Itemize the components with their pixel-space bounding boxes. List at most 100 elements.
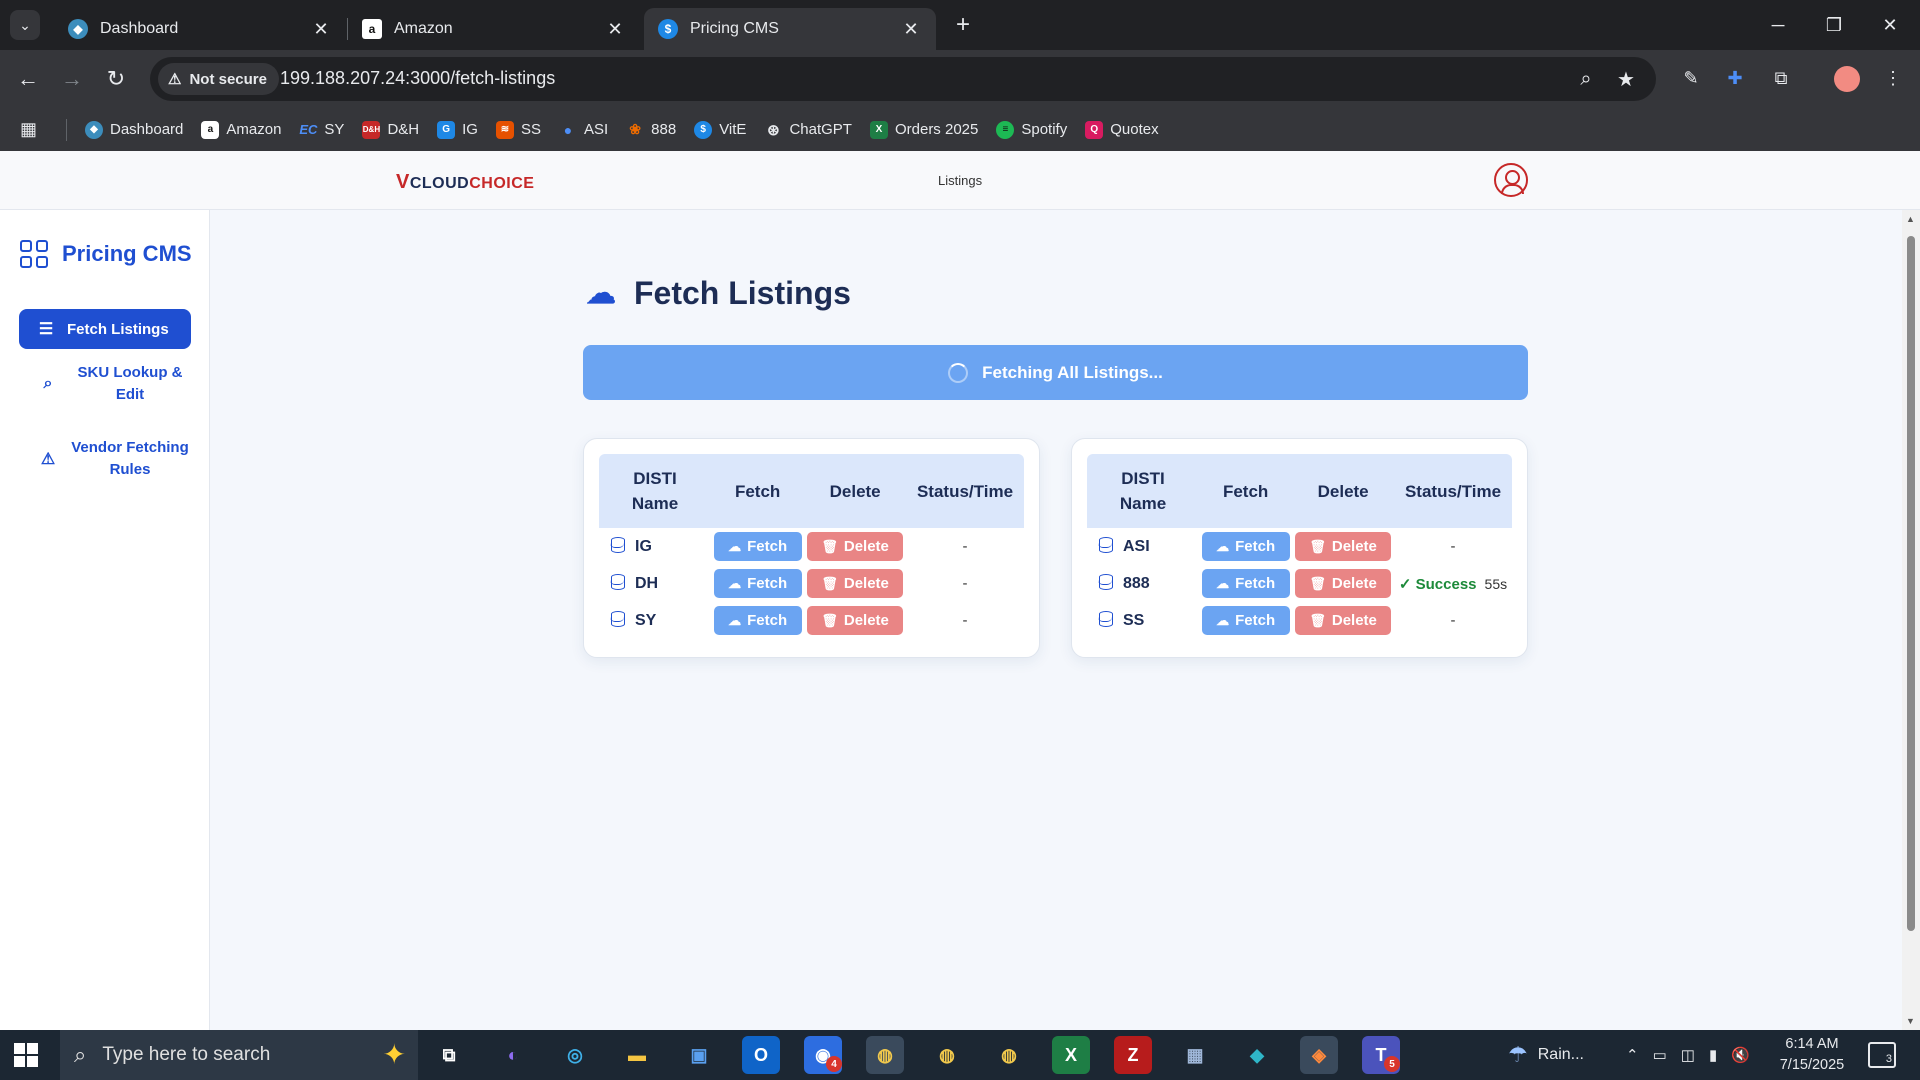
bookmark-spotify[interactable]: ≡ Spotify [996,120,1067,139]
volume-muted-icon[interactable]: 🔇 [1731,1046,1750,1064]
security-chip[interactable]: ⚠ Not secure [158,63,279,95]
extensions-puzzle-icon[interactable]: ⧉ [1766,63,1796,93]
delete-button[interactable]: 🗑 Delete [807,569,904,598]
bookmark-vite[interactable]: $ VitE [694,120,746,139]
task-view-icon[interactable]: ⧉ [430,1036,468,1074]
database-icon [610,611,625,627]
meet-now-icon[interactable]: ◫ [1681,1046,1695,1064]
chrome-icon-active[interactable]: ◍ [866,1036,904,1074]
disti-name: ASI [1123,538,1150,555]
window-close-icon[interactable]: ✕ [1870,10,1910,40]
bookmark-sy[interactable]: EC SY [299,121,344,139]
extension-blue-icon[interactable]: ✚ [1720,63,1750,93]
sidebar-title-text: Pricing CMS [62,241,192,266]
delete-button[interactable]: 🗑 Delete [1295,569,1392,598]
bookmark-chatgpt[interactable]: ⊛ ChatGPT [764,121,852,139]
back-button[interactable]: ← [12,63,44,95]
taskbar-search-input[interactable]: ⌕ Type here to search ✦ [60,1030,418,1080]
new-tab-button[interactable]: + [950,11,976,38]
zoom-icon[interactable]: ⌕ [1572,65,1600,93]
reload-button[interactable]: ↻ [100,63,132,95]
excel-icon[interactable]: X [1052,1036,1090,1074]
close-tab-icon[interactable]: ✕ [900,19,922,40]
scrollbar-thumb[interactable] [1907,236,1915,931]
bookmark-dh[interactable]: D&H D&H [362,120,419,139]
hexagon-app-icon[interactable]: ◆ [1238,1036,1276,1074]
menu-kebab-icon[interactable]: ⋮ [1878,63,1908,93]
bookmark-888[interactable]: ❀ 888 [626,121,676,139]
close-tab-icon[interactable]: ✕ [604,19,626,40]
zoom-app-icon[interactable]: ◉ 4 [804,1036,842,1074]
bookmark-quotex[interactable]: Q Quotex [1085,120,1159,139]
profile-avatar[interactable] [1834,66,1860,92]
restore-icon[interactable]: ❐ [1814,10,1854,40]
clock-date: 7/15/2025 [1779,1057,1845,1073]
delete-button[interactable]: 🗑 Delete [807,606,904,635]
page-scrollbar[interactable]: ▲ ▼ [1902,210,1920,1030]
fetch-button[interactable]: ☁ Fetch [713,532,802,561]
sidebar-item-vendor-rules[interactable]: ⚠ Vendor Fetching Rules [19,435,191,483]
apps-grid-icon[interactable]: ▦ [20,119,44,140]
copilot-icon[interactable]: ◐ [494,1036,532,1074]
notification-center-icon[interactable]: 3 [1868,1042,1896,1068]
fetch-all-button[interactable]: Fetching All Listings... [583,345,1528,400]
extension-feather-icon[interactable]: ✎ [1676,63,1706,93]
status-text: - [1450,538,1456,555]
loading-spinner-icon [948,362,969,383]
delete-button[interactable]: 🗑 Delete [807,532,904,561]
fetch-button[interactable]: ☁ Fetch [713,606,802,635]
disti-name-cell: SS [1087,602,1199,639]
battery-icon[interactable]: ▮ [1709,1046,1717,1064]
column-header-status: Status/Time [1404,481,1502,501]
sidebar-item-sku-lookup[interactable]: ⌕ SKU Lookup & Edit [19,360,191,408]
bookmark-orders-2025[interactable]: X Orders 2025 [869,120,978,139]
search-icon: ⌕ [43,375,53,392]
scroll-up-icon[interactable]: ▲ [1906,214,1915,224]
tab-dashboard[interactable]: ◆ Dashboard ✕ [54,8,346,50]
fetch-button[interactable]: ☁ Fetch [1201,569,1290,598]
brand-logo[interactable]: VCLOUDCHOICE [396,171,534,194]
chevron-up-icon[interactable]: ⌃ [1626,1046,1639,1064]
bookmark-asi[interactable]: ● ASI [559,121,608,139]
filezilla-icon[interactable]: Z [1114,1036,1152,1074]
forward-button[interactable]: → [56,63,88,95]
tab-search-button[interactable]: ⌄ [10,10,40,40]
status-cell: - [1394,528,1512,565]
microsoft-store-icon[interactable]: ▣ [680,1036,718,1074]
taskbar-clock[interactable]: 6:14 AM 7/15/2025 [1770,1034,1854,1076]
minimize-icon[interactable]: ─ [1758,10,1798,40]
bookmark-ig[interactable]: G IG [437,120,478,139]
chrome-profile-icon[interactable]: ◍ [990,1036,1028,1074]
display-icon[interactable]: ▭ [1653,1046,1667,1064]
fetch-button[interactable]: ☁ Fetch [1201,532,1290,561]
outlook-icon[interactable]: O [742,1036,780,1074]
windows-start-icon[interactable] [14,1043,38,1067]
fetch-button[interactable]: ☁ Fetch [1201,606,1290,635]
address-bar[interactable]: ⚠ Not secure 199.188.207.24:3000/fetch-l… [150,57,1656,101]
tab-amazon[interactable]: a Amazon ✕ [348,8,640,50]
delete-button[interactable]: 🗑 Delete [1295,606,1392,635]
file-explorer-icon[interactable]: ▬ [618,1036,656,1074]
teams-icon[interactable]: T5 [1362,1036,1400,1074]
calculator-icon[interactable]: ▦ [1176,1036,1214,1074]
url-text[interactable]: 199.188.207.24:3000/fetch-listings [280,68,555,89]
chrome-icon[interactable]: ◍ [928,1036,966,1074]
bookmark-star-icon[interactable]: ★ [1612,65,1640,93]
close-tab-icon[interactable]: ✕ [310,19,332,40]
bookmark-amazon[interactable]: a Amazon [201,120,281,139]
fetch-button[interactable]: ☁ Fetch [713,569,802,598]
sidebar-item-fetch-listings[interactable]: ☰ Fetch Listings [19,309,191,349]
cloud-download-icon: ☁ [728,538,742,554]
user-account-icon[interactable] [1494,163,1528,197]
scroll-down-icon[interactable]: ▼ [1906,1016,1915,1026]
bookmark-ss[interactable]: ≋ SS [495,120,541,139]
tab-pricing-cms[interactable]: $ Pricing CMS ✕ [644,8,936,50]
warning-icon: ⚠ [40,451,56,468]
status-cell: - [906,528,1024,565]
edge-browser-icon[interactable]: ◎ [556,1036,594,1074]
m365-icon[interactable]: ◈ [1300,1036,1338,1074]
weather-widget[interactable]: ☂ Rain... [1508,1030,1584,1080]
bookmark-dashboard[interactable]: ◆ Dashboard [85,120,183,139]
nav-listings-link[interactable]: Listings [938,173,982,188]
delete-button[interactable]: 🗑 Delete [1295,532,1392,561]
